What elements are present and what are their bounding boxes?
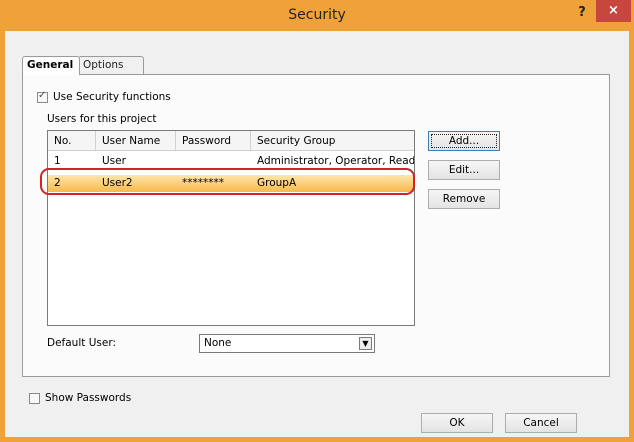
show-passwords-checkbox[interactable] xyxy=(29,393,40,404)
tab-options[interactable]: Options xyxy=(78,56,144,74)
default-user-select[interactable]: None ▼ xyxy=(199,334,375,353)
use-security-checkbox[interactable] xyxy=(37,90,48,103)
cell-security-group: Administrator, Operator, Reader xyxy=(257,155,414,167)
tab-general[interactable]: General xyxy=(22,56,80,75)
chevron-down-icon[interactable]: ▼ xyxy=(359,337,372,350)
remove-button[interactable]: Remove xyxy=(428,189,500,209)
table-row-selected[interactable]: 2 User2 ******** GroupA xyxy=(48,175,414,192)
users-table[interactable]: No. User Name Password Security Group 1 … xyxy=(47,130,415,326)
cell-no: 1 xyxy=(54,155,61,167)
security-dialog: Security ? × General Options Use Securit… xyxy=(0,0,634,442)
table-row[interactable]: 1 User Administrator, Operator, Reader xyxy=(48,153,414,170)
column-header-user-name[interactable]: User Name xyxy=(96,131,176,151)
close-button[interactable]: × xyxy=(596,0,631,22)
show-passwords-label: Show Passwords xyxy=(45,392,132,404)
column-header-security-group[interactable]: Security Group xyxy=(251,131,414,151)
add-button-label: Add... xyxy=(448,135,480,147)
title-bar[interactable]: Security ? × xyxy=(0,0,634,31)
column-header-no[interactable]: No. xyxy=(48,131,96,151)
cancel-button[interactable]: Cancel xyxy=(505,413,577,433)
cell-no: 2 xyxy=(54,177,61,189)
ok-button[interactable]: OK xyxy=(421,413,493,433)
table-header: No. User Name Password Security Group xyxy=(48,131,414,151)
default-user-label: Default User: xyxy=(47,337,116,349)
use-security-label: Use Security functions xyxy=(53,91,171,103)
column-header-password[interactable]: Password xyxy=(176,131,251,151)
users-list-label: Users for this project xyxy=(47,113,157,125)
cell-password xyxy=(176,153,251,170)
edit-button[interactable]: Edit... xyxy=(428,160,500,180)
cell-security-group: GroupA xyxy=(257,177,297,189)
add-button[interactable]: Add... xyxy=(428,131,500,151)
cell-user-name: User xyxy=(102,155,126,167)
cell-user-name: User2 xyxy=(102,177,133,189)
help-button[interactable]: ? xyxy=(572,4,592,24)
default-user-value: None xyxy=(204,337,232,349)
window-title: Security xyxy=(288,7,346,23)
cell-password: ******** xyxy=(182,177,224,189)
